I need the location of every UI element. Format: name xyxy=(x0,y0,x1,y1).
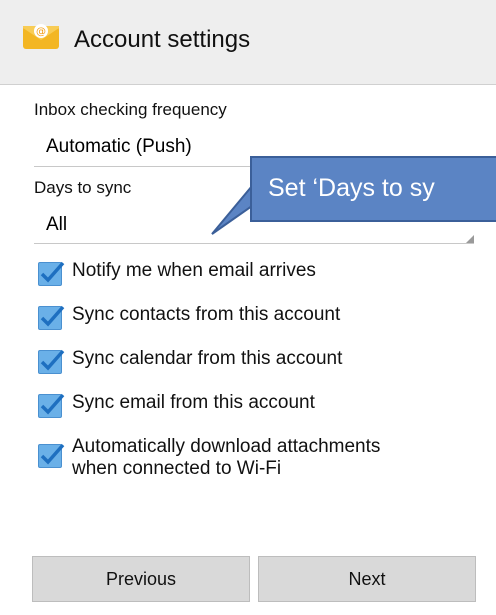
sync-contacts-label: Sync contacts from this account xyxy=(72,304,341,325)
auto-download-label: Automatically download attachments when … xyxy=(72,436,380,480)
next-button[interactable]: Next xyxy=(258,556,476,602)
svg-text:@: @ xyxy=(36,27,46,38)
checkmark-icon xyxy=(40,349,65,371)
notify-checkbox[interactable] xyxy=(38,261,65,286)
sync-email-label: Sync email from this account xyxy=(72,392,315,413)
days-to-sync-spinner[interactable]: All xyxy=(46,214,67,236)
auto-download-label-line1: Automatically download attachments xyxy=(72,436,381,457)
instruction-callout: Set ‘Days to sy xyxy=(250,156,496,222)
checkmark-icon xyxy=(40,393,65,415)
checkmark-icon xyxy=(40,261,65,283)
page-title: Account settings xyxy=(74,26,251,53)
checkmark-icon xyxy=(40,305,65,327)
spinner-arrow-icon xyxy=(466,235,474,243)
days-to-sync-underline xyxy=(34,243,474,244)
email-app-icon: @ xyxy=(23,24,59,49)
auto-download-label-line2: when connected to Wi-Fi xyxy=(72,458,282,479)
sync-contacts-checkbox[interactable] xyxy=(38,305,65,330)
notify-label: Notify me when email arrives xyxy=(72,260,316,281)
inbox-frequency-label: Inbox checking frequency xyxy=(34,100,227,119)
previous-button[interactable]: Previous xyxy=(32,556,250,602)
callout-text: Set ‘Days to sy xyxy=(268,174,435,202)
sync-calendar-label: Sync calendar from this account xyxy=(72,348,343,369)
app-header: @ Account settings xyxy=(0,0,496,85)
sync-calendar-checkbox[interactable] xyxy=(38,349,65,374)
checkmark-icon xyxy=(40,443,65,465)
auto-download-checkbox[interactable] xyxy=(38,443,65,468)
sync-email-checkbox[interactable] xyxy=(38,393,65,418)
inbox-frequency-spinner[interactable]: Automatic (Push) xyxy=(46,136,192,158)
days-to-sync-label: Days to sync xyxy=(34,178,132,197)
